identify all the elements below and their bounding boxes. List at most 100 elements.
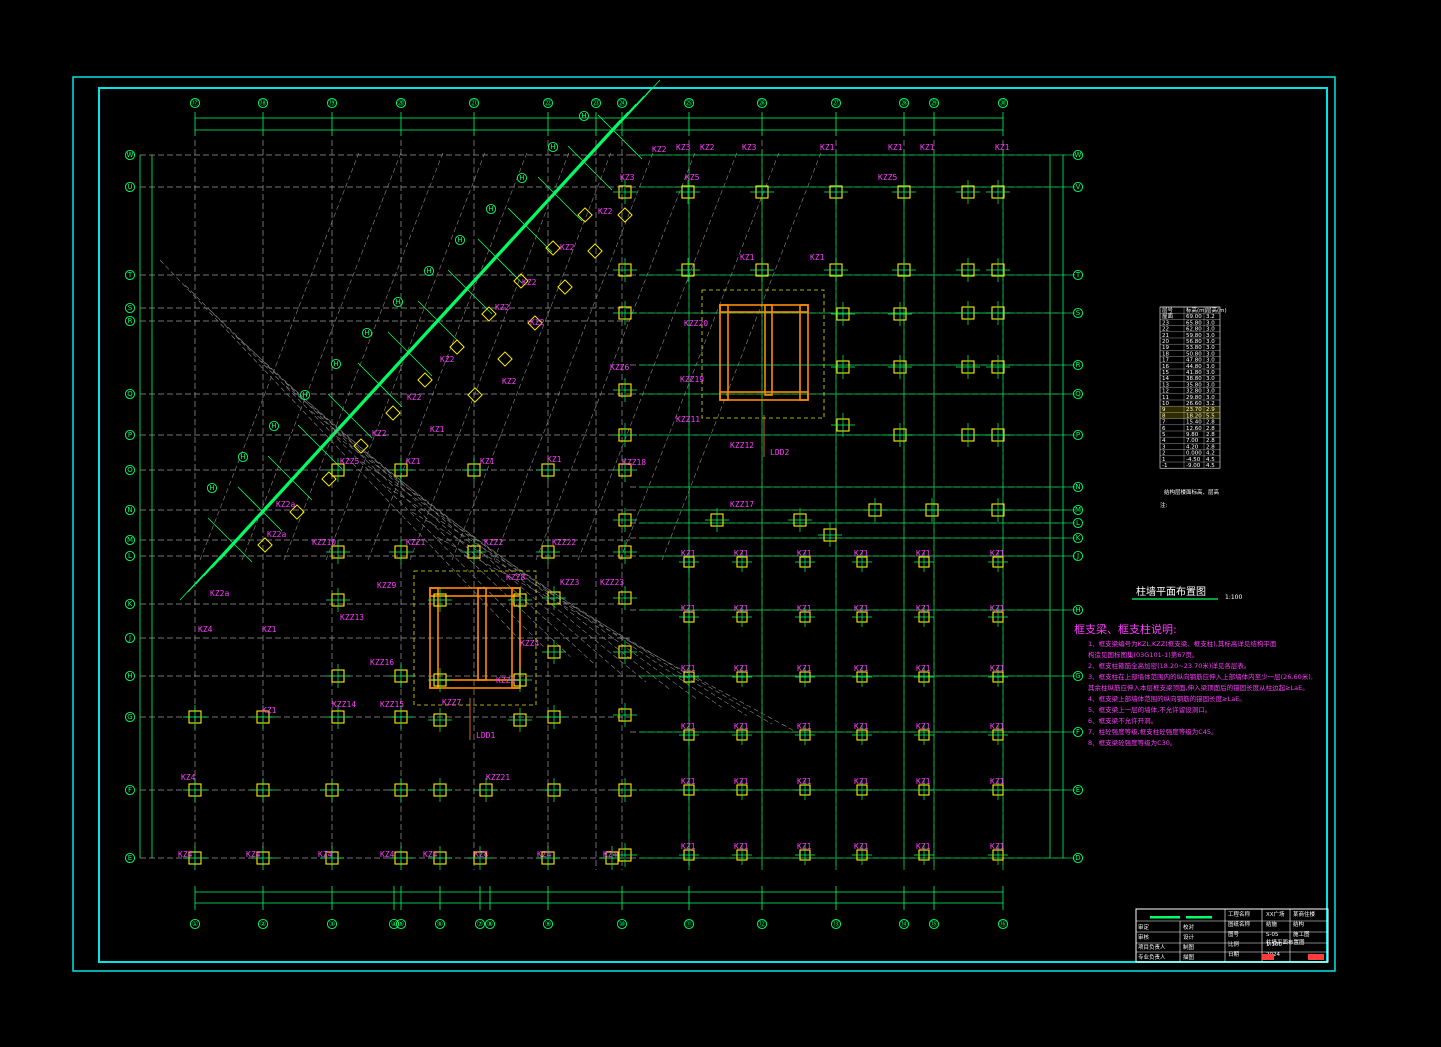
level-table: 层号 标高(m) 层高(m)屋面 69.00 3.223 65.80 3.022 62.80 3…: [1159, 306, 1227, 469]
column-label-grid: KZ1: [990, 777, 1005, 786]
column-label-grid: KZ1: [734, 777, 749, 786]
column-label: KZ1: [480, 457, 495, 466]
axis-bubble-bottom-label: ②: [260, 920, 266, 928]
axis-bubble-right-label: H: [1075, 606, 1080, 614]
column-label-grid: KZ1: [854, 842, 869, 851]
column-label: KZZ5: [878, 173, 897, 182]
axis-bubble-bottom-label: ⑯: [1000, 920, 1007, 928]
axis-bubble-top-label: ⑳: [398, 99, 405, 107]
column-label: KZ3: [620, 173, 635, 182]
axis-bubble-left-label: Q: [127, 390, 133, 398]
note-line: 4、框支梁上部墙体范围的纵向钢筋的锚固长度≥LaE。: [1088, 694, 1246, 703]
column-label-grid: KZ1: [734, 722, 749, 731]
axis-bubble-bottom-label: ⑤: [398, 920, 404, 928]
column-label: KZZ3: [560, 578, 579, 587]
grid-layer: [139, 79, 1075, 910]
column-label-grid: KZ1: [734, 664, 749, 673]
axis-bubble-diagonal-label: H: [395, 298, 400, 306]
column-label: KZ1: [820, 143, 835, 152]
diagonal-grid-line: [285, 385, 647, 683]
axis-bubble-top-label: ⑰: [192, 99, 199, 107]
column-label-grid: KZ1: [681, 604, 696, 613]
column-label: KZ2a: [276, 500, 295, 509]
title-block-cell: 专业负责人: [1138, 953, 1166, 961]
title-block-logo: [1150, 916, 1180, 919]
diagonal-grid-line: [184, 284, 546, 649]
column-diagonal: [481, 306, 497, 322]
column-label: KZZ1: [406, 538, 425, 547]
axis-bubble-top-label: ㉘: [901, 99, 908, 107]
diagonal-stub: [507, 207, 553, 253]
diagonal-beam-line: [211, 87, 653, 569]
core-wall: [764, 304, 773, 396]
note-line: 其余柱纵筋应伸入本层框支梁顶面,伸入梁顶面后的锚固长度从柱边起≥LaE。: [1088, 683, 1309, 692]
title-block-logo: [1186, 916, 1212, 919]
axis-bubble-bottom-label: ⑪: [686, 920, 693, 928]
column-label: KZ4: [318, 850, 333, 859]
column-label: KZ2: [652, 145, 667, 154]
diagonal-stub: [417, 300, 463, 346]
axis-bubble-right-label: F: [1076, 728, 1080, 736]
column-label-layer: KZ2 KZ3 KZ2 KZ2 KZ2 KZ2 KZ2 KZ2 KZ1 KZ1 KZ1 KZ1 KZ2 K…: [178, 143, 1010, 859]
level-table-note: 注:: [1160, 501, 1168, 509]
column-label: KZZ19: [680, 375, 704, 384]
core-wall: [719, 304, 729, 401]
axis-bubble-diagonal-label: H: [488, 205, 493, 213]
cad-drawing-canvas[interactable]: LDD2LDD1 ⑰ ⑱ ⑲ ⑳ ㉑㉒㉓㉔㉕㉖㉗㉘㉙㉚① ② ③ ④ ⑤ ⑥ ⑦ ⑧ ⑨ ⑩ ⑪ ⑫ ⑬ ⑭ ⑮ ⑯W…: [0, 0, 1441, 1047]
column-label-grid: KZ1: [916, 664, 931, 673]
note-line: 6、框支梁不允许开洞。: [1088, 716, 1157, 725]
column-label-grid: KZ1: [797, 722, 812, 731]
diagonal-grid-line: [159, 259, 521, 641]
column-diagonal: [577, 207, 593, 223]
outer-border: [72, 76, 1336, 972]
column-label: KZZ5: [496, 676, 515, 685]
column-label: KZZ9: [377, 581, 396, 590]
axis-bubble-bottom-label: ⑫: [759, 920, 766, 928]
axis-bubble-right-label: L: [1076, 519, 1080, 527]
column-label-grid: KZ1: [854, 549, 869, 558]
column-label-grid: KZ1: [681, 722, 696, 731]
column-diagonal: [449, 339, 465, 355]
axis-bubble-top-label: ⑱: [260, 99, 267, 107]
column-diagonal: [497, 351, 513, 367]
column-label-grid: KZ1: [681, 777, 696, 786]
column-label: KZZ6: [610, 363, 629, 372]
axis-bubble-bottom-label: ⑬: [833, 920, 840, 928]
column-label-grid: KZ1: [797, 777, 812, 786]
title-block-cell: 图纸名称: [1228, 920, 1251, 928]
title-block-stage: 施工图: [1293, 930, 1310, 938]
level-table-highlight: [1160, 406, 1220, 419]
column-label: KZZ12: [730, 441, 754, 450]
column-diagonal: [385, 405, 401, 421]
axis-bubble-layer: ⑰ ⑱ ⑲ ⑳ ㉑㉒㉓㉔㉕㉖㉗㉘㉙㉚① ② ③ ④ ⑤ ⑥ ⑦ ⑧ ⑨ ⑩ ⑪ ⑫ ⑬ ⑭ ⑮ ⑯WUTSRQPONM…: [124, 97, 1084, 930]
axis-bubble-left-label: E: [128, 854, 132, 862]
column-label: KZZ10: [312, 538, 336, 547]
note-line: 3、框支柱在上部墙体范围内的纵向钢筋应伸入上部墙体内至少一层(26.60米),: [1088, 672, 1313, 681]
axis-bubble-right-label: N: [1075, 483, 1080, 491]
axis-bubble-top-label: ㉙: [931, 99, 938, 107]
axis-bubble-right-label: V: [1076, 183, 1081, 191]
core-wall: [477, 587, 487, 681]
column-label: KZ2a: [210, 589, 229, 598]
column-label-grid: KZ1: [681, 842, 696, 851]
column-label: KZ5: [685, 173, 700, 182]
axis-bubble-left-label: R: [128, 317, 133, 325]
column-label: KZ1: [995, 143, 1010, 152]
axis-bubble-right-label: M: [1075, 506, 1081, 514]
axis-bubble-left-label: L: [128, 552, 132, 560]
core-wall: [799, 304, 809, 401]
axis-bubble-diagonal-label: H: [519, 174, 524, 182]
column-label: KZ2: [407, 393, 422, 402]
note-line: 5、框支梁上一层的墙体,不允许留设洞口。: [1088, 705, 1211, 714]
axis-bubble-top-label: ⑲: [329, 99, 336, 107]
axis-bubble-bottom-label: ⑭: [901, 920, 908, 928]
axis-bubble-top-label: ㉓: [593, 99, 600, 107]
column-label-grid: KZ1: [681, 549, 696, 558]
axis-bubble-diagonal-label: H: [550, 143, 555, 151]
axis-bubble-left-label: U: [127, 183, 132, 191]
column-label: KZZ14: [332, 700, 356, 709]
title-block-drawing-name: 柱墙平面布置图: [1266, 938, 1305, 946]
title-block-project: 某商住楼: [1293, 910, 1316, 918]
axis-bubble-top-label: ㉗: [833, 99, 840, 107]
column-label-grid: KZ1: [990, 549, 1005, 558]
